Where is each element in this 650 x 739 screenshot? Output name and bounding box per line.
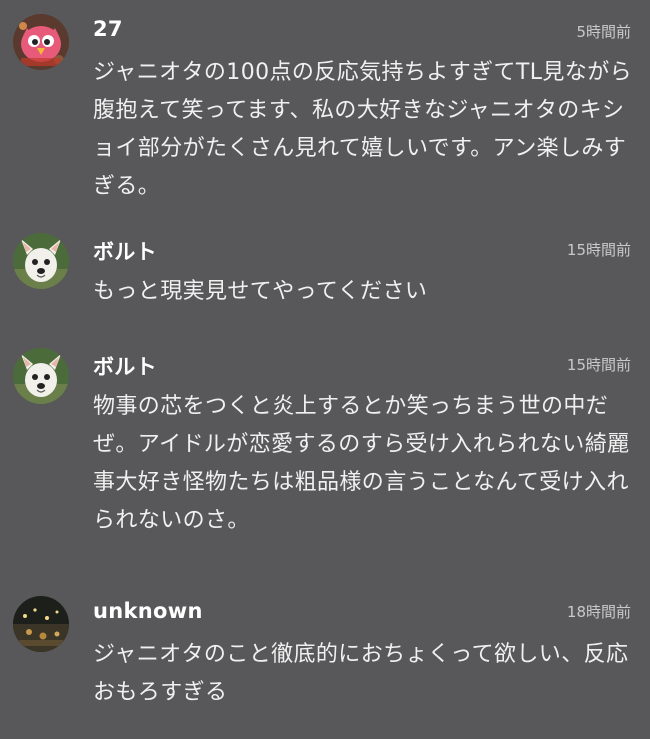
white-dog-avatar-icon[interactable] xyxy=(13,233,69,289)
comment-text: もっと現実見せてやってください xyxy=(93,279,428,304)
comment-feed: 27 5時間前 ジャニオタの100点の反応気持ちよすぎてTL見ながら腹抱えて笑っ… xyxy=(0,0,650,739)
white-dog-avatar-icon[interactable] xyxy=(13,348,69,404)
comment-username[interactable]: ボルト xyxy=(93,236,157,266)
night-lights-photo-avatar-icon[interactable] xyxy=(13,596,69,652)
comment-timestamp: 5時間前 xyxy=(576,23,631,41)
comment-username[interactable]: unknown xyxy=(93,599,203,623)
comment-timestamp: 15時間前 xyxy=(566,356,631,374)
comment-text: 物事の芯をつくと炎上するとか笑っちまう世の中だぜ。アイドルが恋愛するのすら受け入… xyxy=(93,394,630,533)
comment-username[interactable]: ボルト xyxy=(93,351,157,381)
comment-text: ジャニオタの100点の反応気持ちよすぎてTL見ながら腹抱えて笑ってます、私の大好… xyxy=(93,60,632,199)
comment-text: ジャニオタのこと徹底的におちょくって欲しい、反応おもろすぎる xyxy=(93,642,629,705)
comment-timestamp: 18時間前 xyxy=(566,603,631,621)
comment-timestamp: 15時間前 xyxy=(566,241,631,259)
comment-username[interactable]: 27 xyxy=(93,17,123,41)
pink-cartoon-bird-avatar-icon[interactable] xyxy=(13,14,69,70)
